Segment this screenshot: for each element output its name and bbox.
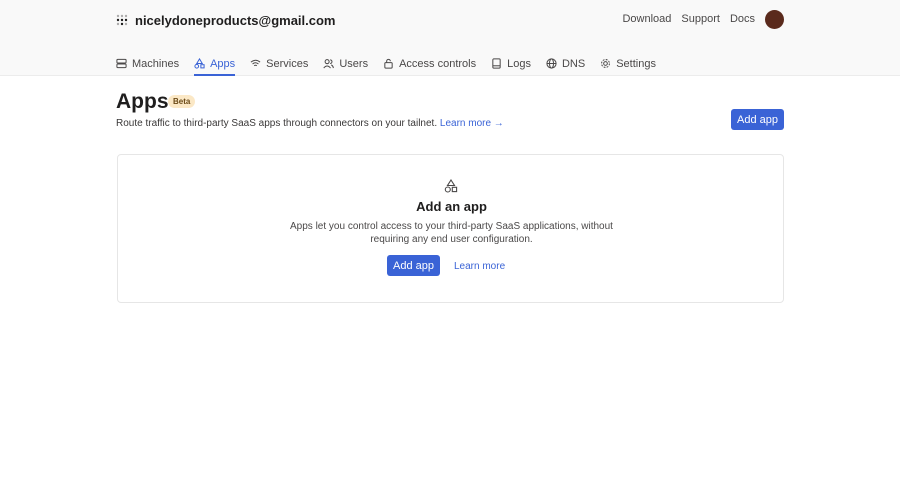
- users-icon: [323, 59, 335, 69]
- support-link[interactable]: Support: [681, 13, 720, 25]
- page-title: Apps: [116, 90, 169, 113]
- tab-machines[interactable]: Machines: [116, 49, 179, 76]
- learn-more-link[interactable]: Learn more →: [440, 118, 504, 129]
- tab-label: Apps: [210, 57, 236, 70]
- server-icon: [116, 58, 127, 69]
- lock-icon: [384, 58, 393, 69]
- apps-icon: [194, 58, 205, 69]
- apps-icon: [444, 179, 458, 193]
- tab-label: Logs: [507, 57, 531, 70]
- book-icon: [492, 58, 501, 69]
- tab-label: DNS: [561, 57, 586, 70]
- tailscale-logo-icon: [116, 14, 128, 26]
- beta-badge: Beta: [168, 95, 196, 108]
- tab-settings[interactable]: Settings: [600, 49, 656, 76]
- tab-services[interactable]: Services: [250, 49, 308, 76]
- empty-state-heading: Add an app: [416, 199, 487, 214]
- tab-label: Access controls: [399, 57, 477, 70]
- tab-logs[interactable]: Logs: [491, 49, 531, 76]
- empty-state-card: Add an app Apps let you control access t…: [117, 154, 784, 303]
- globe-icon: [546, 58, 557, 69]
- account-email[interactable]: nicelydoneproducts@gmail.com: [135, 13, 336, 28]
- gear-icon: [601, 59, 611, 68]
- add-app-button[interactable]: Add app: [731, 109, 784, 130]
- tab-dns[interactable]: DNS: [546, 49, 585, 76]
- page-subtitle: Route traffic to third-party SaaS apps t…: [116, 118, 504, 129]
- tab-users[interactable]: Users: [323, 49, 368, 76]
- avatar[interactable]: [765, 9, 784, 29]
- tab-access-controls[interactable]: Access controls: [383, 49, 476, 76]
- tab-label: Machines: [132, 57, 180, 70]
- learn-more-empty-link[interactable]: Learn more: [454, 261, 505, 272]
- tab-apps[interactable]: Apps: [194, 49, 236, 76]
- empty-state-description: Apps let you control access to your thir…: [290, 221, 613, 245]
- docs-link[interactable]: Docs: [730, 13, 755, 25]
- tab-label: Users: [339, 57, 369, 70]
- main-nav: Machines Apps Services Users Access cont…: [116, 49, 671, 76]
- add-app-empty-button[interactable]: Add app: [387, 255, 440, 276]
- tab-label: Settings: [616, 57, 656, 70]
- subtitle-text: Route traffic to third-party SaaS apps t…: [116, 118, 438, 129]
- wifi-icon: [250, 59, 261, 67]
- account-switcher[interactable]: nicelydoneproducts@gmail.com: [116, 11, 336, 29]
- download-link[interactable]: Download: [622, 13, 671, 25]
- tab-label: Services: [266, 57, 309, 70]
- top-links: Download Support Docs: [622, 9, 784, 29]
